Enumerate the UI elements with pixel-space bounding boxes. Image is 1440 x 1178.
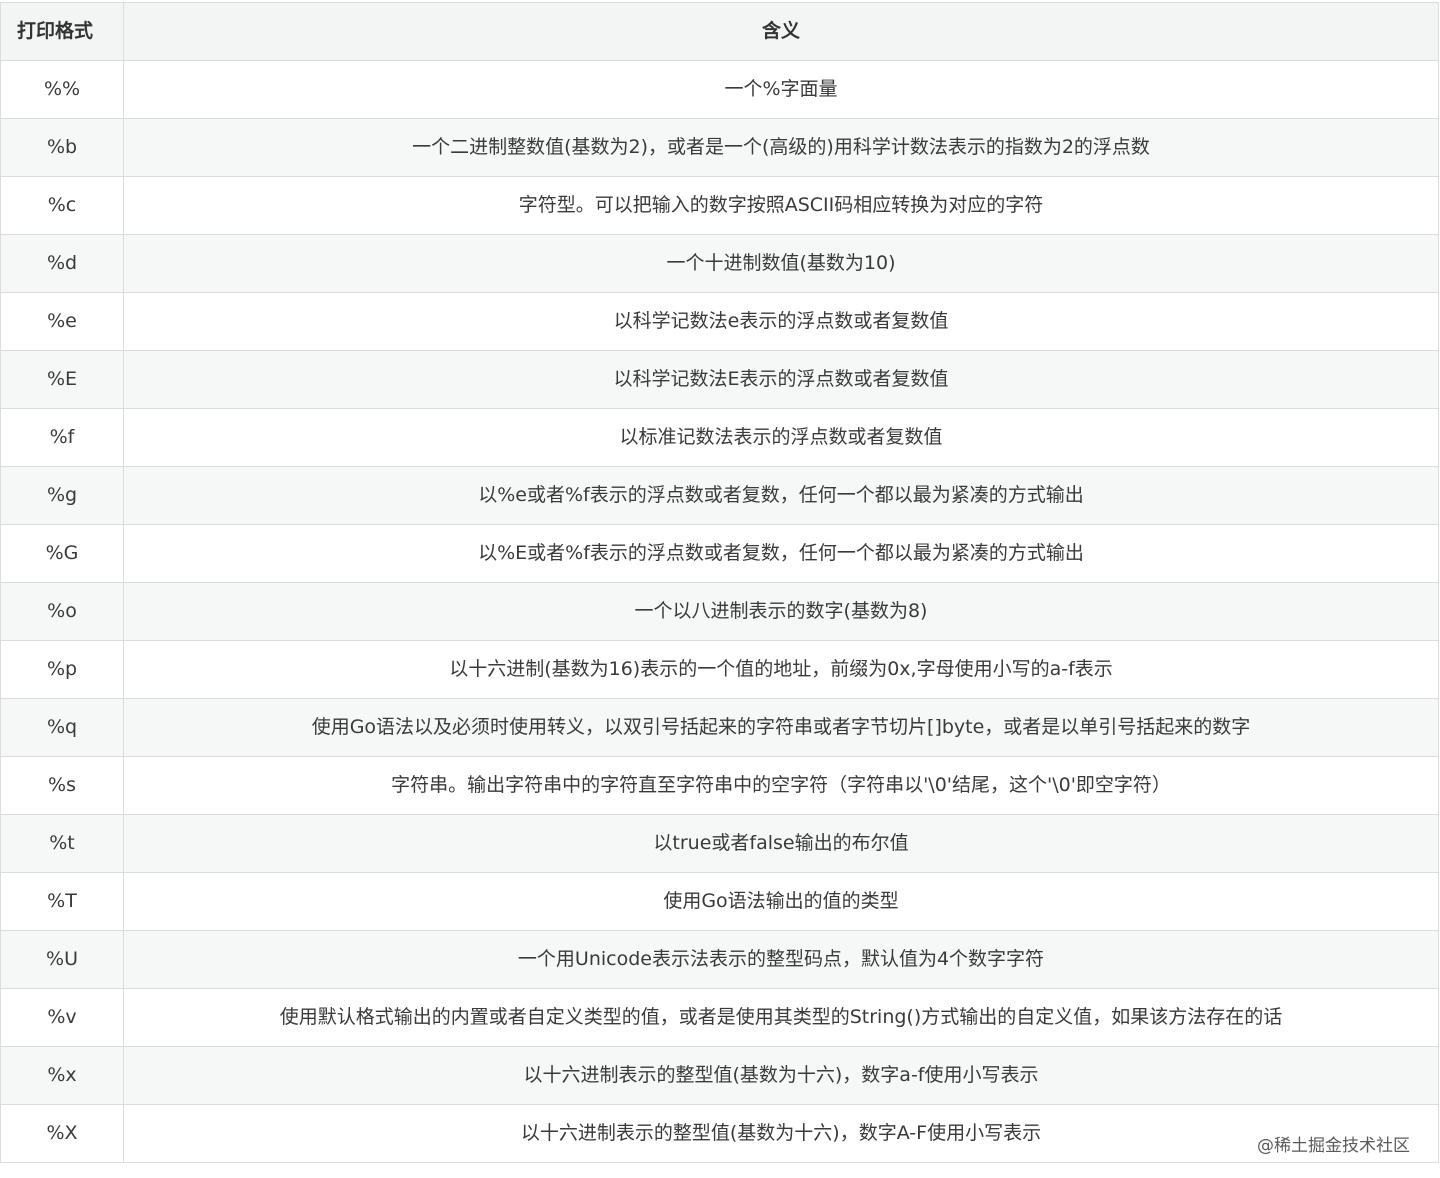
meaning-cell: 以十六进制(基数为16)表示的一个值的地址，前缀为0x,字母使用小写的a-f表示 — [123, 640, 1439, 699]
meaning-cell: 一个用Unicode表示法表示的整型码点，默认值为4个数字字符 — [123, 930, 1439, 989]
table-row: %U 一个用Unicode表示法表示的整型码点，默认值为4个数字字符 — [0, 930, 1439, 989]
format-cell: %s — [0, 756, 124, 815]
table-row: %o 一个以八进制表示的数字(基数为8) — [0, 582, 1439, 641]
meaning-cell: 字符型。可以把输入的数字按照ASCII码相应转换为对应的字符 — [123, 176, 1439, 235]
table-row: %E 以科学记数法E表示的浮点数或者复数值 — [0, 350, 1439, 409]
meaning-cell: 使用Go语法输出的值的类型 — [123, 872, 1439, 931]
header-meaning: 含义 — [123, 2, 1439, 61]
table-row: %q 使用Go语法以及必须时使用转义，以双引号括起来的字符串或者字节切片[]byt… — [0, 698, 1439, 757]
meaning-cell: 以true或者false输出的布尔值 — [123, 814, 1439, 873]
meaning-cell: 以科学记数法e表示的浮点数或者复数值 — [123, 292, 1439, 351]
meaning-cell: 以%E或者%f表示的浮点数或者复数，任何一个都以最为紧凑的方式输出 — [123, 524, 1439, 583]
format-cell: %f — [0, 408, 124, 467]
format-cell: %b — [0, 118, 124, 177]
format-cell: %p — [0, 640, 124, 699]
format-cell: %G — [0, 524, 124, 583]
format-cell: %t — [0, 814, 124, 873]
table-row: %b 一个二进制整数值(基数为2)，或者是一个(高级的)用科学计数法表示的指数为2… — [0, 118, 1439, 177]
meaning-cell: 一个二进制整数值(基数为2)，或者是一个(高级的)用科学计数法表示的指数为2的浮… — [123, 118, 1439, 177]
site-watermark: @稀土掘金技术社区 — [1257, 1136, 1410, 1156]
table-row: %d 一个十进制数值(基数为10) — [0, 234, 1439, 293]
table-body: %% 一个%字面量 %b 一个二进制整数值(基数为2)，或者是一个(高级的)用科学计… — [0, 60, 1439, 1163]
meaning-cell: 一个十进制数值(基数为10) — [123, 234, 1439, 293]
format-cell: %U — [0, 930, 124, 989]
table-row: %% 一个%字面量 — [0, 60, 1439, 119]
format-cell: %E — [0, 350, 124, 409]
format-table-container: 打印格式 含义 %% 一个%字面量 %b 一个二进制整数值(基数为2)，或者是一个(… — [0, 2, 1439, 1163]
meaning-cell: 以%e或者%f表示的浮点数或者复数，任何一个都以最为紧凑的方式输出 — [123, 466, 1439, 525]
table-row: %p 以十六进制(基数为16)表示的一个值的地址，前缀为0x,字母使用小写的a-f… — [0, 640, 1439, 699]
table-row: %X 以十六进制表示的整型值(基数为十六)，数字A-F使用小写表示 — [0, 1104, 1439, 1163]
format-verbs-table: 打印格式 含义 %% 一个%字面量 %b 一个二进制整数值(基数为2)，或者是一个(… — [0, 2, 1439, 1163]
table-row: %f 以标准记数法表示的浮点数或者复数值 — [0, 408, 1439, 467]
table-row: %e 以科学记数法e表示的浮点数或者复数值 — [0, 292, 1439, 351]
meaning-cell: 字符串。输出字符串中的字符直至字符串中的空字符（字符串以'\0'结尾，这个'\0… — [123, 756, 1439, 815]
format-cell: %q — [0, 698, 124, 757]
format-cell: %e — [0, 292, 124, 351]
format-cell: %X — [0, 1104, 124, 1163]
meaning-cell: 以十六进制表示的整型值(基数为十六)，数字a-f使用小写表示 — [123, 1046, 1439, 1105]
table-header: 打印格式 含义 — [0, 2, 1439, 61]
meaning-cell: 以标准记数法表示的浮点数或者复数值 — [123, 408, 1439, 467]
table-row: %T 使用Go语法输出的值的类型 — [0, 872, 1439, 931]
table-row: %v 使用默认格式输出的内置或者自定义类型的值，或者是使用其类型的String()… — [0, 988, 1439, 1047]
format-cell: %% — [0, 60, 124, 119]
table-row: %s 字符串。输出字符串中的字符直至字符串中的空字符（字符串以'\0'结尾，这个'… — [0, 756, 1439, 815]
table-row: %t 以true或者false输出的布尔值 — [0, 814, 1439, 873]
meaning-cell: 以十六进制表示的整型值(基数为十六)，数字A-F使用小写表示 — [123, 1104, 1439, 1163]
meaning-cell: 一个以八进制表示的数字(基数为8) — [123, 582, 1439, 641]
table-row: %g 以%e或者%f表示的浮点数或者复数，任何一个都以最为紧凑的方式输出 — [0, 466, 1439, 525]
header-format: 打印格式 — [0, 2, 124, 61]
meaning-cell: 以科学记数法E表示的浮点数或者复数值 — [123, 350, 1439, 409]
format-cell: %o — [0, 582, 124, 641]
meaning-cell: 使用Go语法以及必须时使用转义，以双引号括起来的字符串或者字节切片[]byte，… — [123, 698, 1439, 757]
meaning-cell: 一个%字面量 — [123, 60, 1439, 119]
meaning-cell: 使用默认格式输出的内置或者自定义类型的值，或者是使用其类型的String()方式… — [123, 988, 1439, 1047]
format-cell: %v — [0, 988, 124, 1047]
format-cell: %x — [0, 1046, 124, 1105]
table-header-row: 打印格式 含义 — [0, 2, 1439, 61]
table-row: %c 字符型。可以把输入的数字按照ASCII码相应转换为对应的字符 — [0, 176, 1439, 235]
format-cell: %T — [0, 872, 124, 931]
format-cell: %g — [0, 466, 124, 525]
table-row: %x 以十六进制表示的整型值(基数为十六)，数字a-f使用小写表示 — [0, 1046, 1439, 1105]
table-row: %G 以%E或者%f表示的浮点数或者复数，任何一个都以最为紧凑的方式输出 — [0, 524, 1439, 583]
format-cell: %d — [0, 234, 124, 293]
format-cell: %c — [0, 176, 124, 235]
